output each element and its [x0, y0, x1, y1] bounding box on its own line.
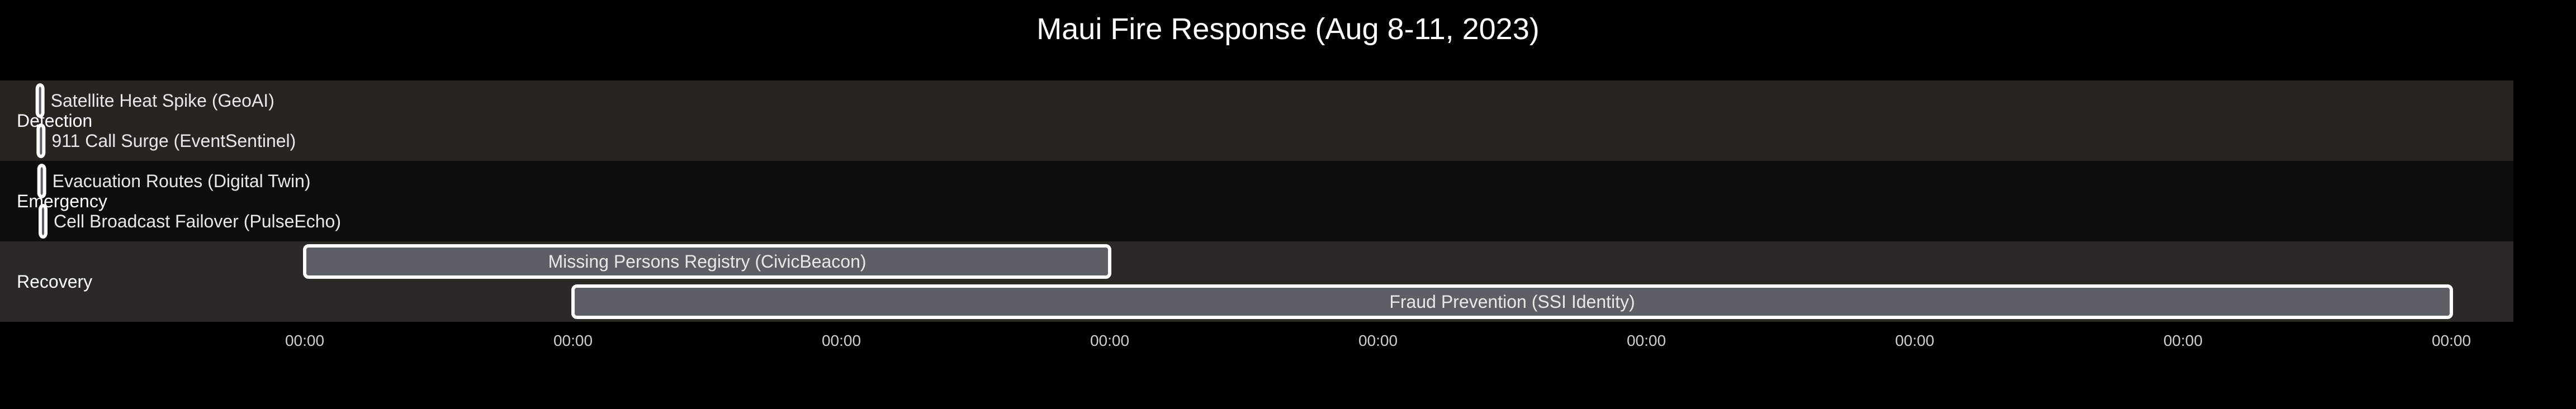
x-tick-label: 00:00	[2432, 332, 2471, 349]
task-label: 911 Call Surge (EventSentinel)	[51, 131, 296, 151]
x-tick-label: 00:00	[1358, 332, 1398, 349]
x-tick-label: 00:00	[822, 332, 861, 349]
x-axis-ticks: 00:00 00:00 00:00 00:00 00:00 00:00 00:00 00:00…	[285, 332, 2471, 349]
x-tick-label: 00:00	[1627, 332, 1666, 349]
x-tick-label: 00:00	[285, 332, 324, 349]
task-label: Missing Persons Registry (CivicBeacon)	[548, 251, 866, 272]
task-label: Fraud Prevention (SSI Identity)	[1389, 292, 1635, 312]
task-label: Cell Broadcast Failover (PulseEcho)	[54, 211, 341, 231]
section-band	[0, 161, 2513, 241]
chart-title: Maui Fire Response (Aug 8-11, 2023)	[1036, 12, 1539, 46]
gantt-chart-svg: Maui Fire Response (Aug 8-11, 2023) Dete…	[0, 12, 2513, 349]
section-label: Recovery	[17, 272, 92, 292]
task-label: Evacuation Routes (Digital Twin)	[53, 171, 311, 191]
x-tick-label: 00:00	[2163, 332, 2203, 349]
task-label: Satellite Heat Spike (GeoAI)	[51, 91, 274, 111]
section-label: Detection	[17, 111, 92, 131]
x-tick-label: 00:00	[1090, 332, 1129, 349]
section-label: Emergency	[17, 191, 107, 211]
section-band	[0, 80, 2513, 161]
x-tick-label: 00:00	[553, 332, 593, 349]
gantt-chart: Maui Fire Response (Aug 8-11, 2023) Dete…	[0, 0, 2576, 409]
x-tick-label: 00:00	[1895, 332, 1934, 349]
